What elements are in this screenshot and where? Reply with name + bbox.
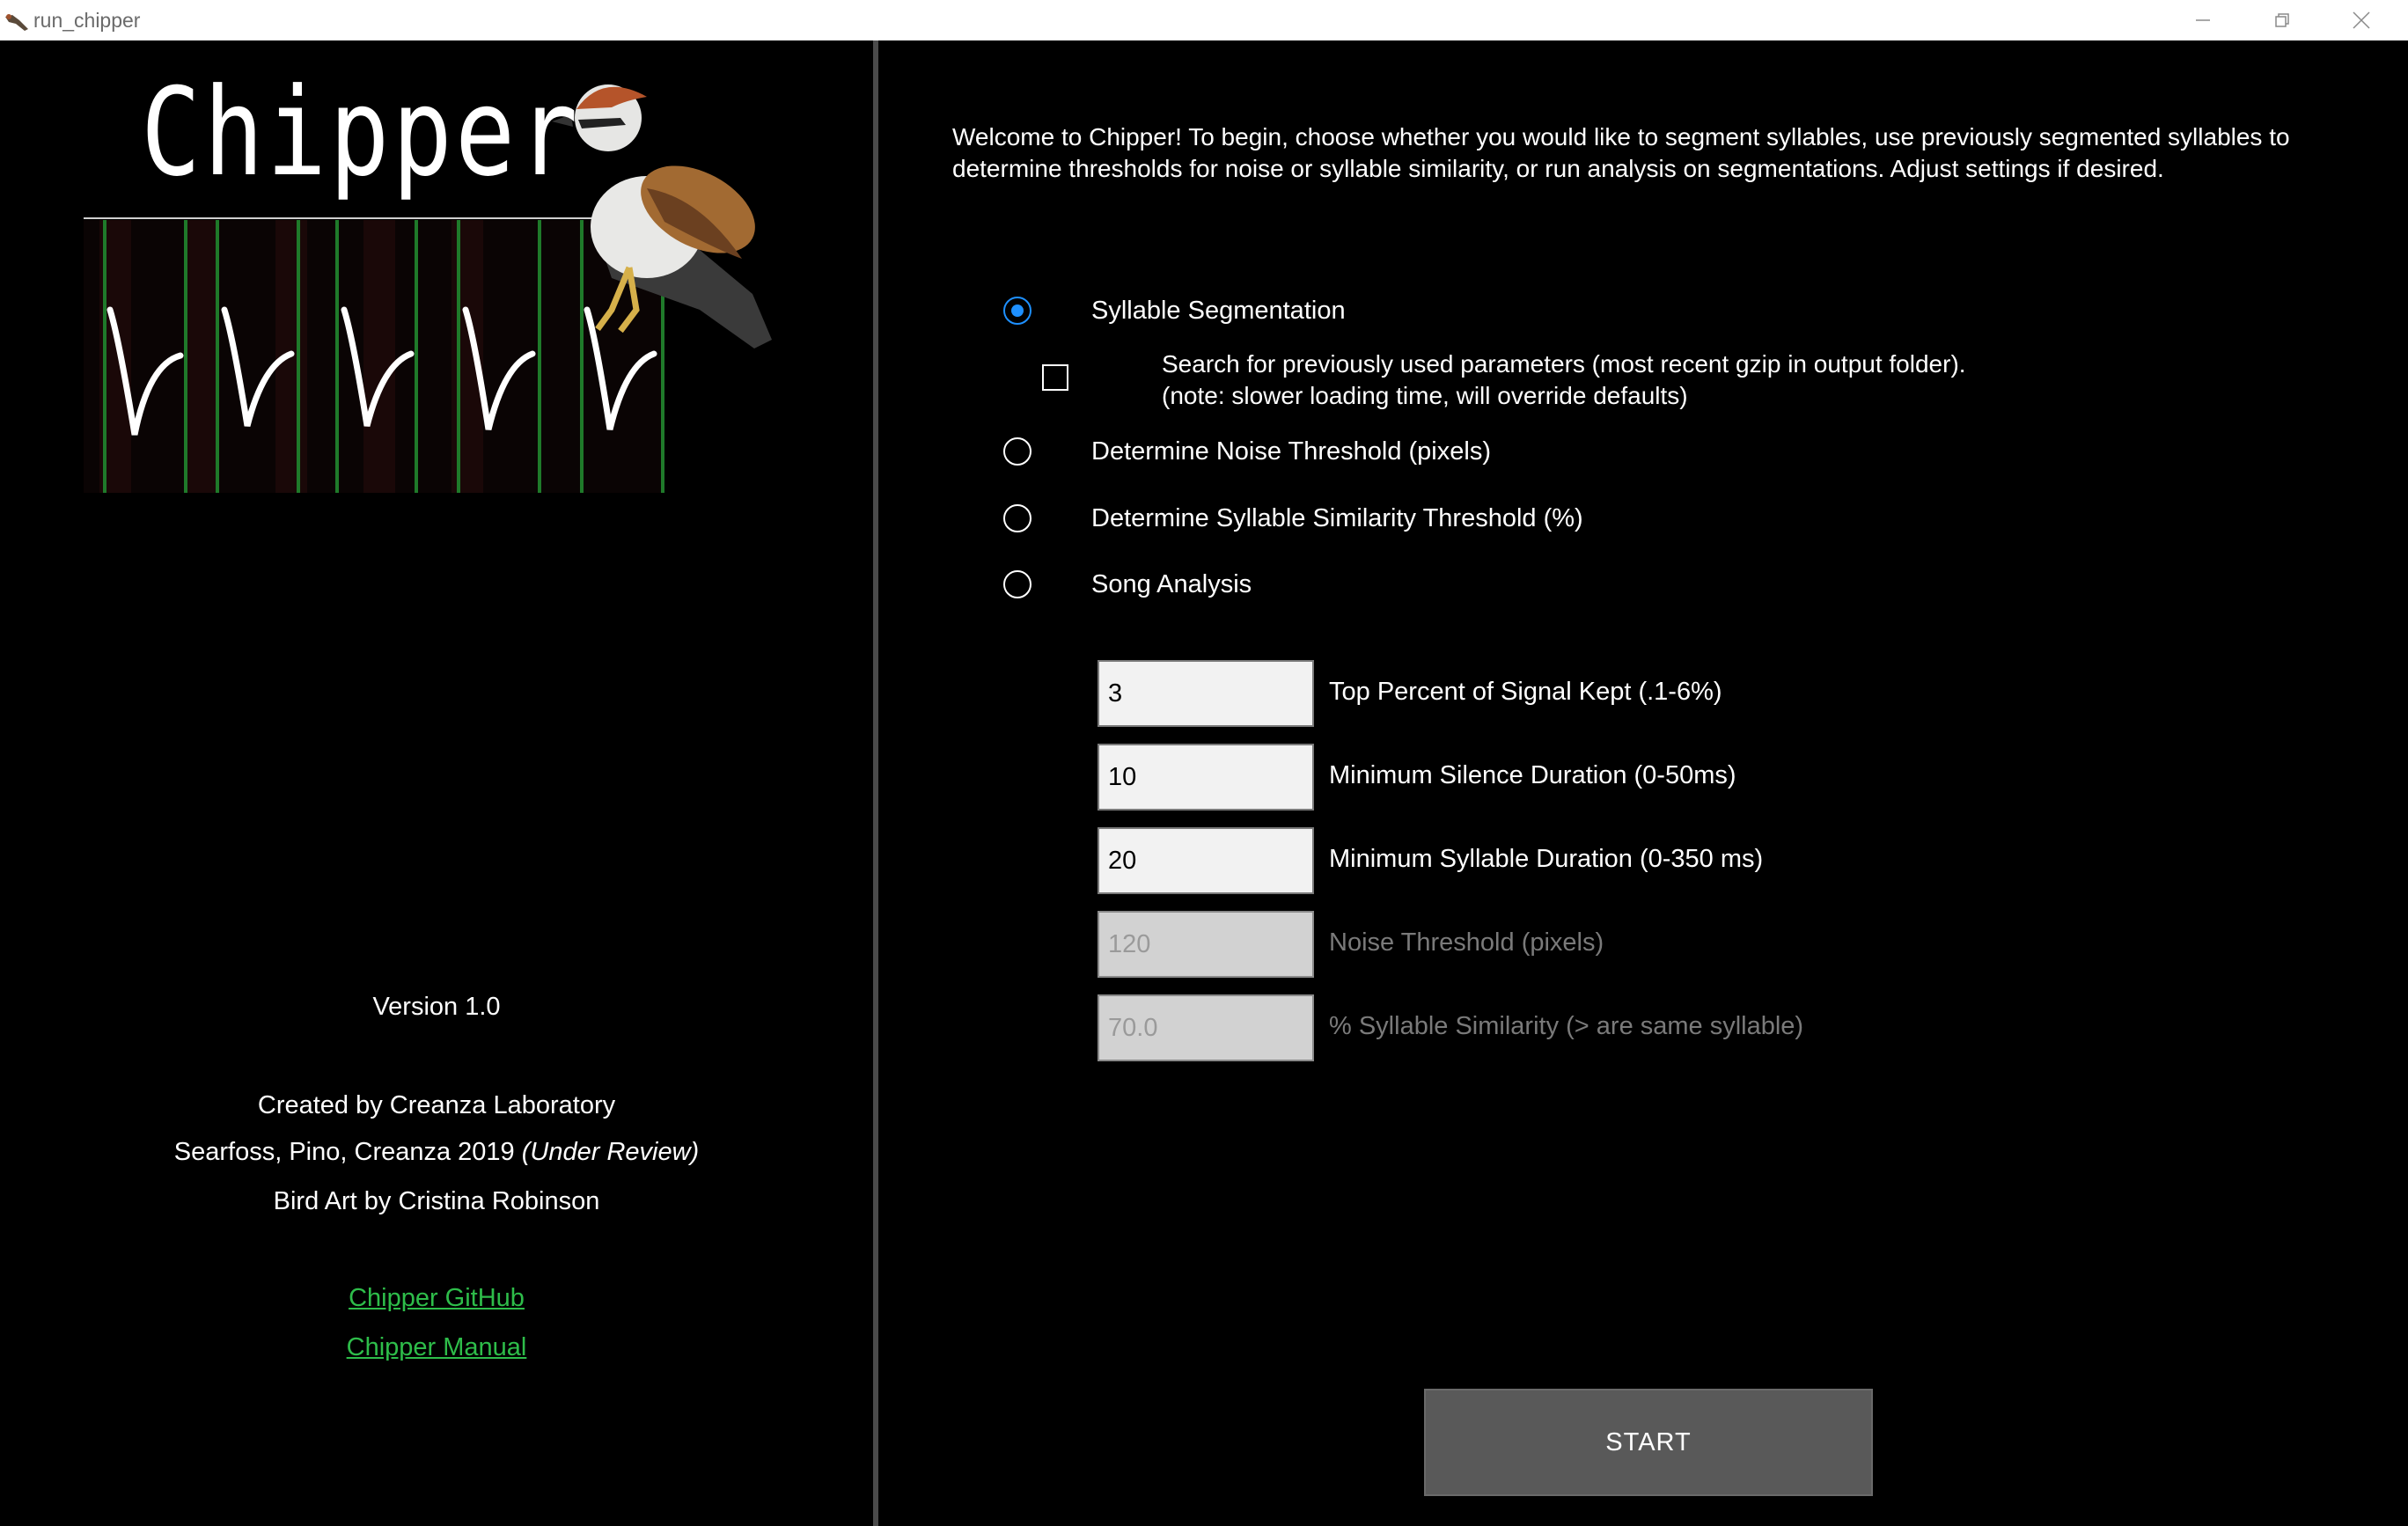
search-parameters-note: (note: slower loading time, will overrid…: [1162, 382, 1688, 409]
param-label: Noise Threshold (pixels): [1329, 928, 1604, 957]
minimize-icon: [2196, 19, 2210, 21]
mode-label: Syllable Segmentation: [1091, 297, 1346, 325]
citation-authors: Searfoss, Pino, Creanza 2019: [173, 1138, 522, 1166]
mode-label: Song Analysis: [1091, 570, 1252, 598]
window-title: run_chipper: [33, 9, 141, 32]
version-text: Version 1.0: [372, 993, 501, 1021]
spectrogram-graphic: [84, 220, 664, 493]
radio-song-analysis[interactable]: [1003, 570, 1031, 598]
welcome-text: Welcome to Chipper! To begin, choose whe…: [952, 123, 2290, 182]
search-parameters-line1: Search for previously used parameters (m…: [1162, 350, 1966, 378]
title-bar: run_chipper: [0, 0, 2408, 41]
param-label: Minimum Syllable Duration (0-350 ms): [1329, 845, 1764, 873]
radio-syllable-segmentation[interactable]: [1003, 297, 1031, 325]
param-label: % Syllable Similarity (> are same syllab…: [1329, 1012, 1804, 1040]
minimize-button[interactable]: [2163, 0, 2243, 40]
app-logo-text: Chipper: [141, 62, 581, 203]
bird-art-credit: Bird Art by Cristina Robinson: [273, 1187, 600, 1215]
noise-threshold-input: [1098, 911, 1314, 978]
radio-noise-threshold[interactable]: [1003, 437, 1031, 466]
citation-status: (Under Review): [521, 1138, 700, 1166]
syllable-similarity-input: [1098, 994, 1314, 1061]
chipper-github-link[interactable]: Chipper GitHub: [0, 1284, 873, 1313]
top-percent-input[interactable]: [1098, 660, 1314, 727]
param-label: Top Percent of Signal Kept (.1-6%): [1329, 678, 1722, 706]
search-parameters-checkbox[interactable]: [1042, 364, 1068, 391]
created-by-text: Created by Creanza Laboratory: [257, 1091, 616, 1119]
start-button[interactable]: START: [1424, 1389, 1873, 1496]
min-syllable-input[interactable]: [1098, 827, 1314, 894]
close-icon: [2353, 11, 2370, 29]
param-label: Minimum Silence Duration (0-50ms): [1329, 761, 1736, 789]
mode-label: Determine Noise Threshold (pixels): [1091, 437, 1491, 466]
chipper-bird-icon: [5, 14, 28, 31]
radio-similarity-threshold[interactable]: [1003, 504, 1031, 532]
restore-button[interactable]: [2243, 0, 2322, 40]
search-parameters-label: Search for previously used parameters (m…: [1162, 348, 1966, 412]
close-button[interactable]: [2322, 0, 2401, 40]
restore-icon: [2275, 13, 2289, 27]
mode-label: Determine Syllable Similarity Threshold …: [1091, 504, 1583, 532]
chipper-manual-link[interactable]: Chipper Manual: [0, 1333, 873, 1362]
min-silence-input[interactable]: [1098, 744, 1314, 811]
citation-text: Searfoss, Pino, Creanza 2019 (Under Revi…: [0, 1138, 873, 1167]
